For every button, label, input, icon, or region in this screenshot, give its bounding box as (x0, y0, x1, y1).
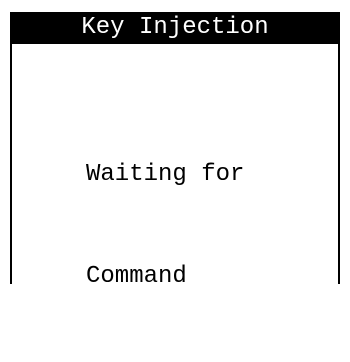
screen-border-left (10, 12, 12, 284)
status-message-line-1: Waiting for (86, 161, 245, 188)
terminal-screen: Key Injection Waiting for Command (0, 0, 350, 290)
status-message: Waiting for Command (86, 90, 326, 362)
screen-border-right (338, 12, 340, 284)
status-message-line-2: Command (86, 263, 187, 290)
screen-title: Key Injection (10, 12, 340, 44)
